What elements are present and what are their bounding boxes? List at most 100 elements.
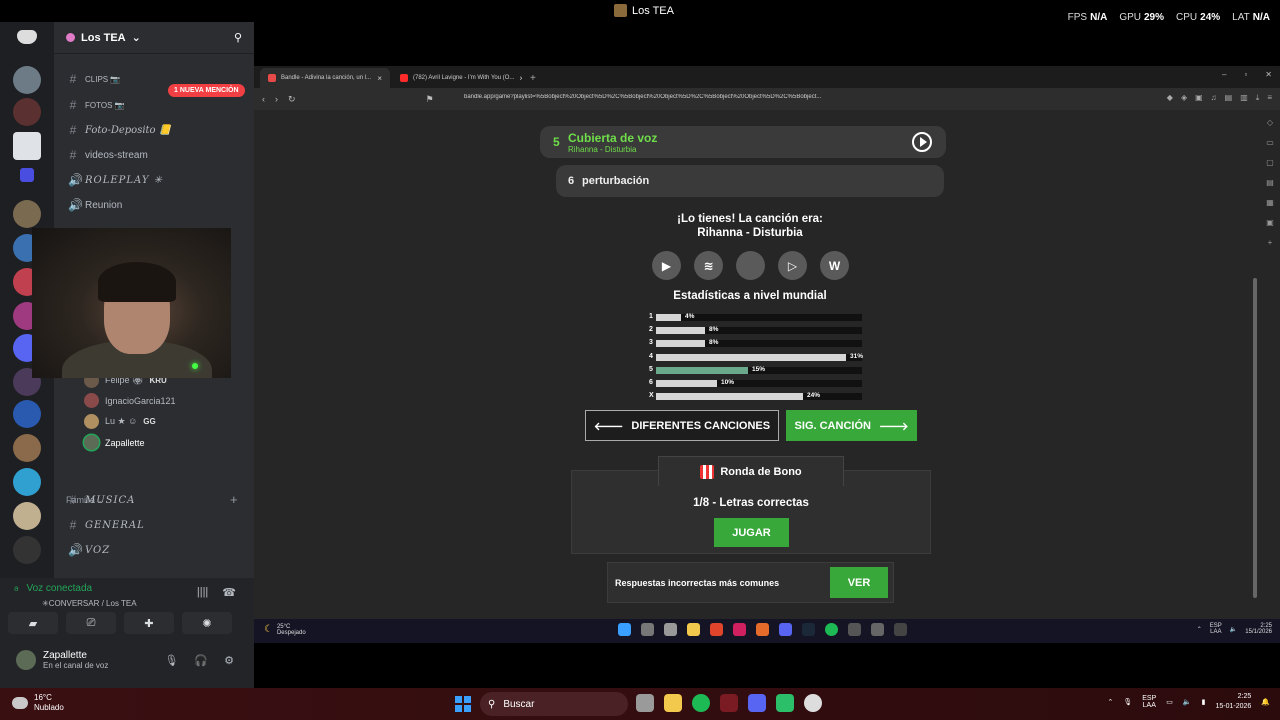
server-icon[interactable] <box>13 434 41 462</box>
extension-icon[interactable]: ▣ <box>1195 93 1203 103</box>
reload-icon[interactable]: ↻ <box>288 94 296 105</box>
app-icon[interactable] <box>756 623 769 636</box>
add-icon[interactable]: + <box>1268 238 1273 247</box>
next-song-button[interactable]: SIG. CANCIÓN 🡒 <box>786 410 917 441</box>
brave-icon[interactable] <box>710 623 723 636</box>
server-icon[interactable] <box>13 468 41 496</box>
tab-youtube[interactable]: (782) Avril Lavigne - I'm With You (O...… <box>392 68 522 88</box>
app-icon[interactable] <box>871 623 884 636</box>
start-button[interactable] <box>455 696 471 712</box>
maximize-icon[interactable]: ▫ <box>1244 70 1247 79</box>
add-member-icon[interactable]: ⚲ <box>234 31 242 44</box>
forward-icon[interactable]: › <box>275 94 278 104</box>
mention-badge[interactable]: 1 NUEVA MENCIÓN <box>168 84 245 97</box>
extension-icon[interactable]: ▥ <box>1240 93 1248 103</box>
apple-icon[interactable] <box>736 251 765 280</box>
gear-icon[interactable]: ⚙ <box>224 654 234 667</box>
microphone-icon[interactable]: 🎙 <box>1123 698 1132 706</box>
server-icon[interactable] <box>13 502 41 530</box>
volume-icon[interactable]: 🔈 <box>1183 698 1192 706</box>
new-tab-button[interactable]: + <box>524 73 542 88</box>
monitor-icon[interactable]: ▭ <box>1166 698 1173 706</box>
app-icon[interactable] <box>733 623 746 636</box>
voice-user[interactable]: Lu ★ ☺ GG <box>84 414 156 429</box>
activities-button[interactable]: ✚ <box>124 612 174 634</box>
wikipedia-icon[interactable]: W <box>820 251 849 280</box>
address-bar[interactable]: bandle.app/game?playlist=%5Bobject%20Obj… <box>464 94 904 100</box>
chrome-icon[interactable] <box>804 694 822 712</box>
channel-reunion[interactable]: 🔊 Reunion <box>68 198 122 212</box>
search-icon[interactable] <box>641 623 654 636</box>
close-window-icon[interactable]: ✕ <box>1265 70 1272 79</box>
channel-fotos[interactable]: # FOTOS 📷 <box>68 98 125 112</box>
voice-user[interactable]: Zapallette <box>84 435 145 450</box>
voice-user[interactable]: IgnacioGarcia121 <box>84 393 176 408</box>
weather-widget[interactable]: 16°C Nublado <box>12 693 64 713</box>
channel-videos-stream[interactable]: # videos-stream <box>68 148 148 162</box>
noise-icon[interactable]: |||| <box>197 586 208 599</box>
spotify-icon[interactable] <box>692 694 710 712</box>
youtube-icon[interactable]: ▶ <box>652 251 681 280</box>
add-channel-icon[interactable]: + <box>230 492 238 507</box>
server-icon[interactable] <box>20 168 34 182</box>
close-icon[interactable]: × <box>377 74 382 83</box>
minimize-icon[interactable]: – <box>1222 70 1226 79</box>
channel-roleplay[interactable]: 🔊 ROLEPLAY ✳ <box>68 173 163 187</box>
scrollbar[interactable] <box>1252 110 1258 618</box>
discord-icon[interactable] <box>748 694 766 712</box>
bookmark-icon[interactable]: ⚑ <box>426 94 434 105</box>
voice-location[interactable]: ✳CONVERSAR / Los TEA <box>42 599 137 608</box>
channel-clips[interactable]: # CLIPS 📷 <box>68 72 121 86</box>
spotify-icon[interactable]: ≋ <box>694 251 723 280</box>
server-icon[interactable] <box>13 98 41 126</box>
channel-voz[interactable]: 🔊 VOZ <box>68 543 110 557</box>
sidebar-icon[interactable]: ▭ <box>1266 138 1274 147</box>
sidebar-icon[interactable]: ▦ <box>1266 198 1274 207</box>
server-icon[interactable] <box>13 66 41 94</box>
discord-icon[interactable] <box>779 623 792 636</box>
see-button[interactable]: VER <box>830 567 888 598</box>
music-icon[interactable]: ♫ <box>1211 93 1217 103</box>
menu-icon[interactable]: ≡ <box>1267 93 1272 103</box>
server-header[interactable]: Los TEA ⌄ ⚲ <box>54 22 254 54</box>
microphone-icon[interactable]: 🎙 <box>164 654 178 667</box>
play-icon[interactable] <box>912 132 932 152</box>
app-icon[interactable] <box>776 694 794 712</box>
server-icon[interactable] <box>13 132 41 160</box>
camera-off-button[interactable]: ▰ <box>8 612 58 634</box>
chevron-up-icon[interactable]: ⌃ <box>1197 626 1202 633</box>
different-songs-button[interactable]: 🡐 DIFERENTES CANCIONES <box>585 410 779 441</box>
server-icon[interactable] <box>13 200 41 228</box>
user-panel[interactable]: Zapallette En el canal de voz <box>16 650 108 670</box>
channel-foto-deposito[interactable]: # Foto-Deposito 📒 <box>68 123 172 137</box>
app-icon[interactable] <box>720 694 738 712</box>
download-icon[interactable]: ⤓ <box>1256 93 1260 103</box>
extension-icon[interactable]: ▤ <box>1225 93 1233 103</box>
channel-general[interactable]: # GENERAL <box>68 518 145 532</box>
close-icon[interactable]: × <box>519 74 522 83</box>
spotify-icon[interactable] <box>825 623 838 636</box>
back-icon[interactable]: ‹ <box>262 94 265 104</box>
folder-icon[interactable] <box>664 694 682 712</box>
play-icon[interactable]: ▷ <box>778 251 807 280</box>
taskview-icon[interactable] <box>664 623 677 636</box>
screen-share-button[interactable]: ⎚ <box>66 612 116 634</box>
server-icon[interactable] <box>13 536 41 564</box>
taskview-icon[interactable] <box>636 694 654 712</box>
app-icon[interactable] <box>848 623 861 636</box>
taskbar-search[interactable]: ⚲ Buscar <box>480 692 628 716</box>
extension-icon[interactable]: ◆ <box>1167 93 1173 103</box>
chevron-up-icon[interactable]: ⌃ <box>1107 698 1113 706</box>
sidebar-icon[interactable]: ▢ <box>1266 158 1274 167</box>
volume-icon[interactable]: 🔈 <box>1230 626 1237 633</box>
app-icon[interactable] <box>894 623 907 636</box>
discord-home-icon[interactable] <box>17 30 37 44</box>
tab-bandle[interactable]: Bandle - Adivina la canción, un l... × <box>260 68 390 88</box>
headphones-icon[interactable]: 🎧 <box>194 654 208 667</box>
folder-icon[interactable] <box>687 623 700 636</box>
play-button[interactable]: JUGAR <box>714 518 789 547</box>
server-icon[interactable] <box>13 400 41 428</box>
sidebar-icon[interactable]: ◇ <box>1267 118 1273 127</box>
sidebar-icon[interactable]: ▤ <box>1266 178 1274 187</box>
soundboard-button[interactable]: ✺ <box>182 612 232 634</box>
